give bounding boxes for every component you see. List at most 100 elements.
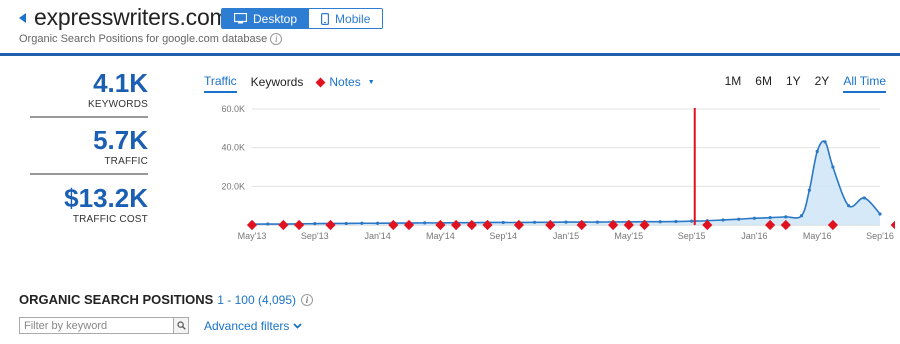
note-marker bbox=[482, 219, 493, 231]
search-icon bbox=[176, 321, 186, 330]
traffic-chart[interactable]: 60.0K 40.0K 20.0K May'13 Sep'13 Jan'14 May'14 S… bbox=[195, 100, 895, 250]
data-point bbox=[674, 219, 678, 224]
traffic-area bbox=[252, 141, 880, 225]
notes-label: Notes bbox=[329, 75, 361, 89]
kpi-keywords-label: KEYWORDS bbox=[88, 99, 148, 110]
header-divider bbox=[0, 53, 900, 56]
x-tick-label: May'13 bbox=[238, 231, 267, 241]
kpi-traffic-label: TRAFFIC bbox=[104, 156, 148, 167]
filter-box bbox=[19, 317, 189, 334]
tab-traffic[interactable]: Traffic bbox=[204, 74, 237, 93]
data-point bbox=[344, 221, 348, 226]
note-marker bbox=[294, 219, 305, 231]
data-point bbox=[423, 221, 427, 225]
data-point bbox=[823, 140, 827, 144]
note-marker bbox=[513, 219, 524, 231]
note-marker bbox=[435, 219, 446, 231]
back-arrow-icon[interactable] bbox=[19, 13, 26, 23]
filter-search-button[interactable] bbox=[173, 318, 188, 333]
desktop-tab[interactable]: Desktop bbox=[222, 9, 310, 28]
note-marker bbox=[246, 219, 258, 231]
kpi-traffic-cost[interactable]: $13.2K TRAFFIC COST bbox=[30, 184, 148, 225]
data-point bbox=[784, 215, 788, 219]
chevron-down-icon bbox=[293, 323, 303, 329]
kpi-traffic[interactable]: 5.7K TRAFFIC bbox=[30, 126, 148, 167]
x-tick-label: Sep'16 bbox=[866, 231, 894, 241]
y-tick-label: 20.0K bbox=[221, 181, 245, 191]
organic-section-title: ORGANIC SEARCH POSITIONS 1 - 100 (4,095)… bbox=[19, 292, 314, 307]
data-point bbox=[815, 149, 819, 154]
range-tab-6m[interactable]: 6M bbox=[755, 74, 772, 93]
range-tabs: 1M 6M 1Y 2Y All Time bbox=[711, 74, 886, 93]
note-marker bbox=[545, 219, 556, 231]
data-point bbox=[595, 220, 599, 224]
traffic-line bbox=[251, 140, 881, 226]
mobile-icon bbox=[321, 12, 330, 25]
device-toggle: Desktop Mobile bbox=[221, 8, 384, 29]
data-point bbox=[768, 216, 772, 220]
data-point bbox=[799, 214, 804, 218]
data-point bbox=[807, 188, 811, 192]
data-point bbox=[831, 165, 835, 169]
data-point bbox=[376, 221, 380, 225]
kpi-traffic-cost-value: $13.2K bbox=[64, 183, 148, 213]
range-tab-2y[interactable]: 2Y bbox=[815, 74, 830, 93]
data-point bbox=[266, 222, 270, 226]
kpi-divider bbox=[30, 116, 148, 118]
desktop-label: Desktop bbox=[253, 11, 298, 26]
range-tab-1m[interactable]: 1M bbox=[725, 74, 742, 93]
kpi-divider bbox=[30, 173, 148, 175]
x-tick-label: May'14 bbox=[426, 231, 455, 241]
advanced-filters-label: Advanced filters bbox=[204, 319, 290, 333]
note-marker bbox=[278, 219, 289, 231]
x-tick-label: Jan'16 bbox=[741, 231, 767, 241]
data-point bbox=[564, 220, 568, 224]
x-tick-label: May'15 bbox=[614, 231, 643, 241]
advanced-filters-button[interactable]: Advanced filters bbox=[204, 319, 303, 333]
data-point bbox=[313, 222, 317, 226]
x-tick-label: May'16 bbox=[803, 231, 832, 241]
x-tick-label: Sep'15 bbox=[678, 231, 706, 241]
organic-range: 1 - 100 (4,095) bbox=[217, 292, 297, 307]
info-icon[interactable]: i bbox=[301, 293, 314, 306]
x-tick-label: Jan'14 bbox=[364, 231, 390, 241]
note-marker bbox=[890, 219, 895, 231]
data-point bbox=[658, 220, 662, 224]
x-tick-label: Sep'14 bbox=[489, 231, 517, 241]
data-point bbox=[737, 217, 741, 221]
info-icon[interactable]: i bbox=[270, 33, 283, 46]
kpi-traffic-cost-label: TRAFFIC COST bbox=[72, 214, 148, 225]
range-tab-all-time[interactable]: All Time bbox=[843, 74, 886, 93]
kpi-traffic-value: 5.7K bbox=[93, 125, 148, 155]
y-tick-label: 40.0K bbox=[221, 143, 245, 153]
x-tick-label: Jan'15 bbox=[553, 231, 579, 241]
filter-keyword-input[interactable] bbox=[20, 318, 173, 333]
chevron-down-icon: ▼ bbox=[367, 78, 375, 86]
note-marker bbox=[451, 219, 462, 231]
organic-title: ORGANIC SEARCH POSITIONS bbox=[19, 292, 214, 307]
data-point bbox=[752, 216, 757, 220]
data-point bbox=[360, 221, 364, 225]
data-point bbox=[721, 218, 725, 222]
tab-notes[interactable]: Notes ▼ bbox=[315, 75, 375, 92]
mobile-tab[interactable]: Mobile bbox=[309, 9, 383, 28]
note-marker bbox=[466, 219, 477, 231]
range-tab-1y[interactable]: 1Y bbox=[786, 74, 801, 93]
notes-diamond-icon bbox=[315, 77, 326, 87]
data-point bbox=[501, 220, 505, 225]
note-marker bbox=[325, 219, 336, 231]
mobile-label: Mobile bbox=[335, 11, 371, 26]
data-point bbox=[878, 212, 882, 216]
subtitle-text: Organic Search Positions for google.com … bbox=[19, 33, 268, 45]
chart-tabs: Traffic Keywords Notes ▼ bbox=[204, 74, 375, 93]
subtitle: Organic Search Positions for google.com … bbox=[19, 33, 283, 46]
tab-keywords[interactable]: Keywords bbox=[251, 75, 304, 92]
x-tick-label: Sep'13 bbox=[301, 231, 329, 241]
note-marker bbox=[403, 219, 415, 231]
data-point bbox=[862, 196, 866, 200]
data-point bbox=[690, 219, 694, 223]
kpi-keywords[interactable]: 4.1K KEYWORDS bbox=[30, 69, 148, 110]
desktop-icon bbox=[234, 13, 247, 24]
domain-title: expresswriters.com bbox=[34, 4, 229, 30]
note-marker bbox=[388, 219, 399, 231]
